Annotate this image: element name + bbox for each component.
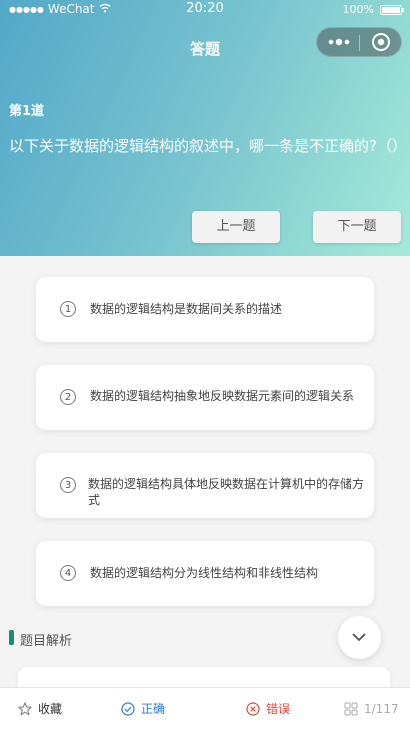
prev-question-button[interactable]: 上一题 (192, 211, 280, 243)
option-badge: 2 (60, 389, 76, 405)
question-number: 第1道 (9, 104, 45, 119)
correct-count[interactable]: 正确 (121, 688, 165, 729)
question-progress[interactable]: 1/117 (344, 688, 399, 729)
option-4[interactable]: 4 数据的逻辑结构分为线性结构和非线性结构 (36, 541, 374, 606)
grid-icon (344, 702, 358, 715)
bottom-bar: 收藏 正确 错误 1/117 (0, 687, 410, 729)
favorite-button[interactable]: 收藏 (18, 688, 62, 729)
expand-button[interactable] (338, 616, 381, 659)
battery-percent: 100% (342, 3, 374, 16)
wrong-count[interactable]: 错误 (246, 688, 290, 729)
mini-program-capsule (316, 27, 402, 57)
option-text: 数据的逻辑结构抽象地反映数据元素间的逻辑关系 (90, 389, 355, 403)
star-icon (18, 701, 32, 716)
capsule-divider (359, 35, 360, 51)
check-circle-icon (121, 701, 135, 716)
wrong-label: 错误 (266, 702, 291, 716)
correct-label: 正确 (141, 702, 166, 716)
status-bar: ●●●●● WeChat 20:20 100% (0, 0, 410, 20)
analysis-heading: 题目解析 (20, 634, 73, 649)
option-text: 数据的逻辑结构分为线性结构和非线性结构 (90, 566, 319, 580)
option-3[interactable]: 3 数据的逻辑结构具体地反映数据在计算机中的存储方式 (36, 453, 374, 518)
favorite-label: 收藏 (38, 702, 63, 716)
x-circle-icon (246, 701, 260, 716)
option-text: 数据的逻辑结构具体地反映数据在计算机中的存储方式 (88, 477, 365, 507)
option-badge: 3 (60, 477, 76, 493)
battery-icon (380, 4, 404, 15)
header: ●●●●● WeChat 20:20 100% 答题 第1道 以下关于数据的逻辑… (0, 0, 410, 256)
close-icon[interactable] (371, 32, 391, 52)
progress-label: 1/117 (364, 701, 399, 716)
more-icon[interactable] (327, 34, 351, 50)
analysis-accent-bar (9, 630, 14, 645)
question-text: 以下关于数据的逻辑结构的叙述中，哪一条是不正确的?（） (9, 137, 407, 155)
option-2[interactable]: 2 数据的逻辑结构抽象地反映数据元素间的逻辑关系 (36, 365, 374, 430)
next-question-button[interactable]: 下一题 (313, 211, 401, 243)
option-text: 数据的逻辑结构是数据间关系的描述 (90, 302, 283, 316)
option-badge: 4 (60, 565, 76, 581)
chevron-down-icon (352, 633, 366, 642)
option-1[interactable]: 1 数据的逻辑结构是数据间关系的描述 (36, 277, 374, 342)
option-badge: 1 (60, 301, 76, 317)
